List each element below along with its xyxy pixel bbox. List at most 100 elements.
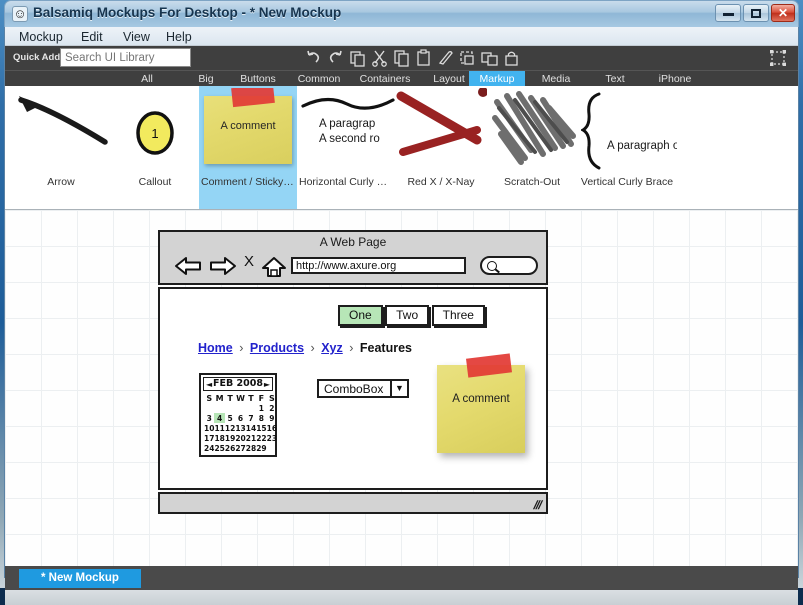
calendar-day[interactable]: 10 (204, 423, 214, 433)
calendar-day[interactable]: 20 (235, 433, 245, 443)
duplicate-icon[interactable] (348, 49, 367, 67)
calendar-week-row: 24 25 26 27 28 29 (204, 443, 277, 453)
calendar-day[interactable]: 27 (235, 443, 245, 453)
calendar-day-selected[interactable]: 4 (214, 413, 225, 423)
calendar-day[interactable] (267, 443, 277, 453)
lock-icon[interactable] (502, 49, 521, 67)
paste-icon[interactable] (414, 49, 433, 67)
tab-iphone[interactable]: iPhone (649, 71, 701, 87)
brace-text-line2: A second ro (319, 133, 380, 145)
browser-content-area: One Two Three Home › Products › Xyz › Fe… (158, 287, 548, 490)
breadcrumb-link-home[interactable]: Home (198, 341, 233, 355)
calendar-day[interactable]: 26 (225, 443, 235, 453)
calendar-day[interactable]: 13 (235, 423, 245, 433)
menu-mockup[interactable]: Mockup (13, 28, 69, 45)
calendar-day[interactable]: 22 (256, 433, 266, 443)
calendar-day[interactable]: 23 (267, 433, 277, 443)
calendar-day[interactable] (235, 403, 245, 413)
group-icon[interactable] (458, 49, 477, 67)
eraser-icon[interactable] (436, 49, 455, 67)
tab-one[interactable]: One (338, 305, 383, 326)
library-item-scratch-out[interactable]: Scratch-Out (487, 86, 577, 209)
tab-media[interactable]: Media (530, 71, 582, 87)
calendar-day[interactable]: 18 (214, 433, 224, 443)
calendar-day[interactable]: 28 (246, 443, 256, 453)
library-item-red-x[interactable]: Red X / X-Nay (395, 86, 487, 209)
arrow-sketch-icon (13, 88, 109, 180)
tab-two[interactable]: Two (385, 305, 430, 326)
calendar-day[interactable]: 11 (214, 423, 224, 433)
calendar-day[interactable] (246, 403, 256, 413)
tab-common[interactable]: Common (290, 71, 348, 87)
library-item-arrow[interactable]: Arrow (13, 86, 109, 209)
home-icon[interactable] (261, 255, 287, 284)
calendar-day[interactable]: 15 (256, 423, 266, 433)
library-item-comment-sticky-note[interactable]: A comment Comment / Sticky N... (199, 86, 297, 209)
redo-icon[interactable] (326, 49, 345, 67)
browser-window-mockup[interactable]: A Web Page X http://www.axure.org One Tw… (158, 230, 548, 517)
calendar-next-icon[interactable]: ► (264, 379, 270, 391)
calendar-day[interactable]: 19 (225, 433, 235, 443)
maximize-button[interactable] (743, 4, 769, 22)
calendar-day[interactable]: 17 (204, 433, 214, 443)
cut-icon[interactable] (370, 49, 389, 67)
url-address-bar[interactable]: http://www.axure.org (291, 257, 466, 274)
combobox[interactable]: ComboBox ▼ (317, 379, 409, 398)
menu-edit[interactable]: Edit (75, 28, 109, 45)
weekday: S (206, 393, 213, 403)
tab-markup[interactable]: Markup (469, 71, 525, 87)
browser-search-box[interactable] (480, 256, 538, 275)
calendar-day[interactable]: 21 (246, 433, 256, 443)
library-item-callout[interactable]: 1 Callout (111, 86, 199, 209)
copy-icon[interactable] (392, 49, 411, 67)
tab-layout[interactable]: Layout (424, 71, 474, 87)
calendar-day[interactable]: 1 (256, 403, 266, 413)
ungroup-icon[interactable] (480, 49, 499, 67)
breadcrumb-link-xyz[interactable]: Xyz (321, 341, 343, 355)
calendar-day[interactable]: 3 (204, 413, 214, 423)
calendar-day[interactable]: 29 (256, 443, 266, 453)
library-item-vertical-curly-brace[interactable]: A paragraph o Vertical Curly Brace (577, 86, 677, 209)
minimize-button[interactable] (715, 4, 741, 22)
close-button[interactable]: ✕ (771, 4, 795, 22)
calendar-day[interactable] (204, 403, 214, 413)
calendar-day[interactable]: 7 (246, 413, 256, 423)
menu-help[interactable]: Help (160, 28, 198, 45)
mockup-tab-new-mockup[interactable]: * New Mockup (19, 569, 141, 588)
calendar-prev-icon[interactable]: ◄ (206, 379, 212, 391)
stop-icon[interactable]: X (244, 253, 254, 270)
calendar-day[interactable]: 24 (204, 443, 214, 453)
undo-icon[interactable] (304, 49, 323, 67)
calendar-day[interactable]: 8 (256, 413, 266, 423)
tab-text[interactable]: Text (593, 71, 637, 87)
calendar-day[interactable]: 14 (246, 423, 256, 433)
selection-marquee-icon[interactable] (768, 49, 788, 67)
tab-three[interactable]: Three (431, 305, 485, 326)
tab-containers[interactable]: Containers (350, 71, 420, 87)
tab-buttons[interactable]: Buttons (229, 71, 287, 87)
calendar-day[interactable]: 12 (225, 423, 235, 433)
calendar-day[interactable] (214, 403, 224, 413)
weekday: F (258, 393, 265, 403)
chevron-down-icon[interactable]: ▼ (390, 381, 407, 396)
breadcrumb-link-products[interactable]: Products (250, 341, 304, 355)
calendar-day[interactable]: 6 (235, 413, 245, 423)
calendar-day[interactable]: 2 (267, 403, 277, 413)
menu-view[interactable]: View (117, 28, 156, 45)
calendar-day[interactable]: 25 (214, 443, 224, 453)
calendar-day[interactable] (225, 403, 235, 413)
back-arrow-icon[interactable] (173, 255, 203, 282)
library-item-horizontal-curly-brace[interactable]: A paragrap A second ro Horizontal Curly … (297, 86, 395, 209)
canvas-sticky-note[interactable]: A comment (437, 353, 525, 453)
tab-all[interactable]: All (118, 71, 176, 87)
tab-big[interactable]: Big (186, 71, 226, 87)
search-ui-library-input[interactable] (60, 48, 191, 67)
resize-grip-icon[interactable]: /// (532, 498, 543, 512)
calendar-day[interactable]: 5 (225, 413, 235, 423)
calendar-day[interactable]: 16 (267, 423, 277, 433)
calendar-day[interactable]: 9 (267, 413, 277, 423)
mockup-canvas[interactable]: A Web Page X http://www.axure.org One Tw… (5, 210, 798, 566)
minimize-icon (716, 5, 740, 21)
forward-arrow-icon[interactable] (208, 255, 238, 282)
date-picker-calendar[interactable]: ◄ FEB 2008 ► S M T W T F S 1 2 3 4 5 6 7… (199, 373, 277, 457)
